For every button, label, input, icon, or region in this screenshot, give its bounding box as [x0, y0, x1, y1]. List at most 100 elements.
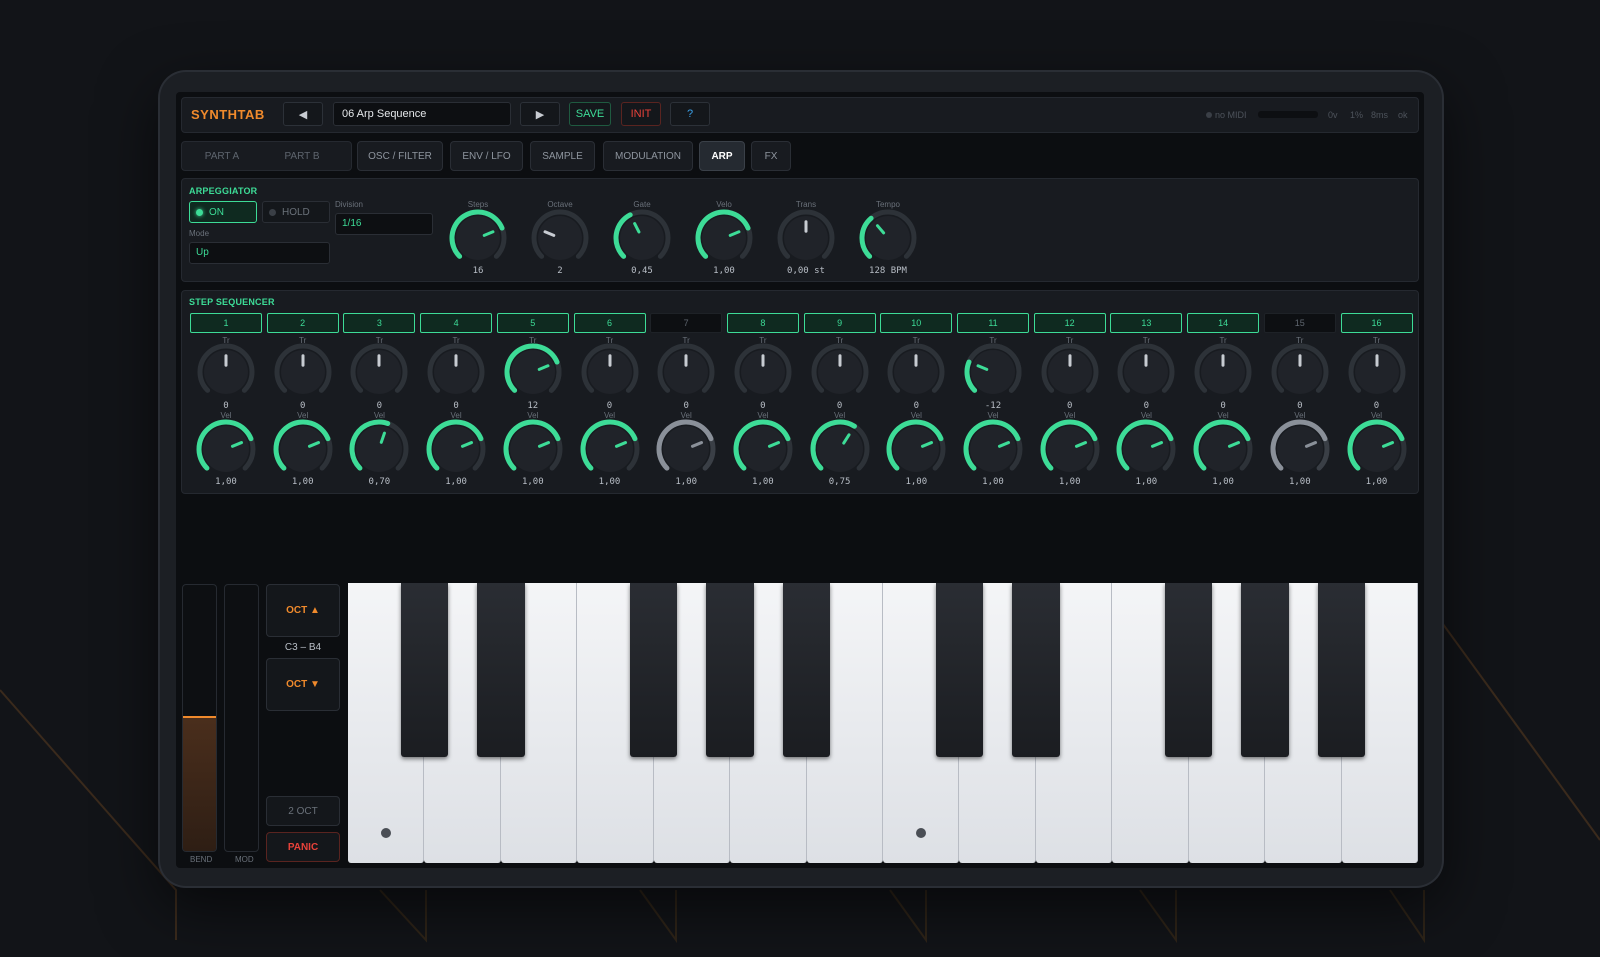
step-vel-knob-4[interactable]: [424, 417, 488, 481]
arp-on-label: ON: [209, 206, 224, 218]
arp-on-toggle[interactable]: ON: [189, 201, 257, 223]
black-key[interactable]: [1165, 583, 1213, 757]
step-toggle-4[interactable]: 4: [420, 313, 493, 333]
step-toggle-3[interactable]: 3: [343, 313, 416, 333]
step-vel-knob-14[interactable]: [1191, 417, 1255, 481]
step-tr-knob-6[interactable]: [579, 341, 641, 403]
step-vel-knob-8[interactable]: [731, 417, 795, 481]
tab-modulation[interactable]: MODULATION: [603, 141, 693, 171]
pitch-bend-slider[interactable]: [182, 584, 217, 852]
black-key[interactable]: [706, 583, 754, 757]
help-button[interactable]: ?: [670, 102, 710, 126]
step-toggle-13[interactable]: 13: [1110, 313, 1183, 333]
step-toggle-11[interactable]: 11: [957, 313, 1029, 333]
octave-up-button[interactable]: OCT ▲: [266, 584, 340, 637]
tab-part-a[interactable]: PART A: [186, 141, 258, 171]
arp-knob-steps[interactable]: [447, 207, 509, 269]
step-vel-knob-13[interactable]: [1114, 417, 1178, 481]
step-toggle-1[interactable]: 1: [190, 313, 262, 333]
step-vel-knob-7[interactable]: [654, 417, 718, 481]
octave-span-button[interactable]: 2 OCT: [266, 796, 340, 826]
preset-name-field[interactable]: 06 Arp Sequence: [333, 102, 511, 126]
tab-fx[interactable]: FX: [751, 141, 791, 171]
step-vel-knob-10[interactable]: [884, 417, 948, 481]
step-tr-knob-16[interactable]: [1346, 341, 1408, 403]
step-toggle-5[interactable]: 5: [496, 313, 569, 333]
mod-label: MOD: [235, 855, 254, 864]
step-vel-knob-9[interactable]: [808, 417, 872, 481]
prev-preset-button[interactable]: ◀: [283, 102, 323, 126]
tab-env-lfo[interactable]: ENV / LFO: [450, 141, 523, 171]
step-tr-knob-7[interactable]: [655, 341, 717, 403]
black-key[interactable]: [400, 583, 449, 757]
step-vel-knob-11[interactable]: [961, 417, 1025, 481]
black-key[interactable]: [1317, 583, 1366, 757]
arp-knob-gate[interactable]: [611, 207, 673, 269]
arp-knob-trans[interactable]: [775, 207, 837, 269]
step-toggle-15[interactable]: 15: [1263, 313, 1336, 333]
step-toggle-6[interactable]: 6: [573, 313, 646, 333]
step-tr-knob-10[interactable]: [885, 341, 947, 403]
step-toggle-14[interactable]: 14: [1187, 313, 1260, 333]
arp-knob-octave[interactable]: [529, 207, 591, 269]
step-tr-knob-active-5[interactable]: [502, 341, 564, 403]
mode-select[interactable]: Up: [189, 242, 330, 264]
arp-knob-tempo-body: [866, 216, 910, 260]
step-vel-knob-5[interactable]: [501, 417, 565, 481]
piano-keyboard[interactable]: [348, 583, 1418, 863]
division-select[interactable]: 1/16: [335, 213, 433, 235]
step-vel-knob-2[interactable]: [271, 417, 335, 481]
black-key[interactable]: [1241, 583, 1289, 757]
step-toggle-8[interactable]: 8: [726, 313, 799, 333]
init-button[interactable]: INIT: [621, 102, 661, 126]
step-vel-knob-6[interactable]: [578, 417, 642, 481]
tab-osc-filter[interactable]: OSC / FILTER: [357, 141, 443, 171]
step-toggle-2[interactable]: 2: [266, 313, 339, 333]
step-tr-knob-13[interactable]: [1115, 341, 1177, 403]
black-key[interactable]: [1012, 583, 1060, 757]
black-key[interactable]: [782, 583, 831, 757]
step-tr-knob-3[interactable]: [348, 341, 410, 403]
arp-knob-value: 1,00: [713, 266, 735, 276]
step-tr-knob-active-11[interactable]: [962, 341, 1024, 403]
step-tr-knob-4[interactable]: [425, 341, 487, 403]
keyboard-range: C3 – B4: [284, 642, 322, 653]
step-tr-knob-2[interactable]: [272, 341, 334, 403]
step-toggle-12[interactable]: 12: [1033, 313, 1106, 333]
step-tr-knob-1[interactable]: [195, 341, 257, 403]
step-vel-knob-3[interactable]: [347, 417, 411, 481]
arp-knob-value: 0,00 st: [787, 266, 825, 276]
arp-hold-toggle[interactable]: HOLD: [262, 201, 330, 223]
step-toggle-16[interactable]: 16: [1340, 313, 1413, 333]
step-vel-knob-12-body: [1046, 426, 1093, 472]
arp-knob-steps-body: [456, 216, 500, 260]
panic-button[interactable]: PANIC: [266, 832, 340, 862]
step-tr-knob-9[interactable]: [809, 341, 871, 403]
step-toggle-10[interactable]: 10: [880, 313, 953, 333]
step-vel-knob-1[interactable]: [194, 417, 258, 481]
tab-arp[interactable]: ARP: [699, 141, 745, 171]
step-vel-knob-12[interactable]: [1038, 417, 1102, 481]
next-preset-button[interactable]: ▶: [520, 102, 560, 126]
arp-knob-tempo[interactable]: [857, 207, 919, 269]
vel-value: 1,00: [675, 477, 698, 487]
step-tr-knob-14[interactable]: [1192, 341, 1254, 403]
octave-down-button[interactable]: OCT ▼: [266, 658, 340, 711]
step-toggle-9[interactable]: 9: [803, 313, 876, 333]
step-tr-knob-12[interactable]: [1039, 341, 1101, 403]
tab-sample[interactable]: SAMPLE: [530, 141, 595, 171]
step-vel-knob-15[interactable]: [1268, 417, 1332, 481]
step-toggle-7[interactable]: 7: [650, 313, 723, 333]
step-vel-knob-14-body: [1200, 426, 1247, 472]
black-key[interactable]: [477, 583, 525, 757]
mod-wheel-slider[interactable]: [224, 584, 259, 852]
black-key[interactable]: [935, 583, 984, 757]
bend-handle[interactable]: [183, 716, 216, 718]
save-button[interactable]: SAVE: [569, 102, 611, 126]
step-tr-knob-8[interactable]: [732, 341, 794, 403]
step-tr-knob-15[interactable]: [1269, 341, 1331, 403]
tab-part-b[interactable]: PART B: [266, 141, 338, 171]
black-key[interactable]: [630, 583, 678, 757]
step-vel-knob-16[interactable]: [1345, 417, 1409, 481]
arp-knob-velo[interactable]: [693, 207, 755, 269]
